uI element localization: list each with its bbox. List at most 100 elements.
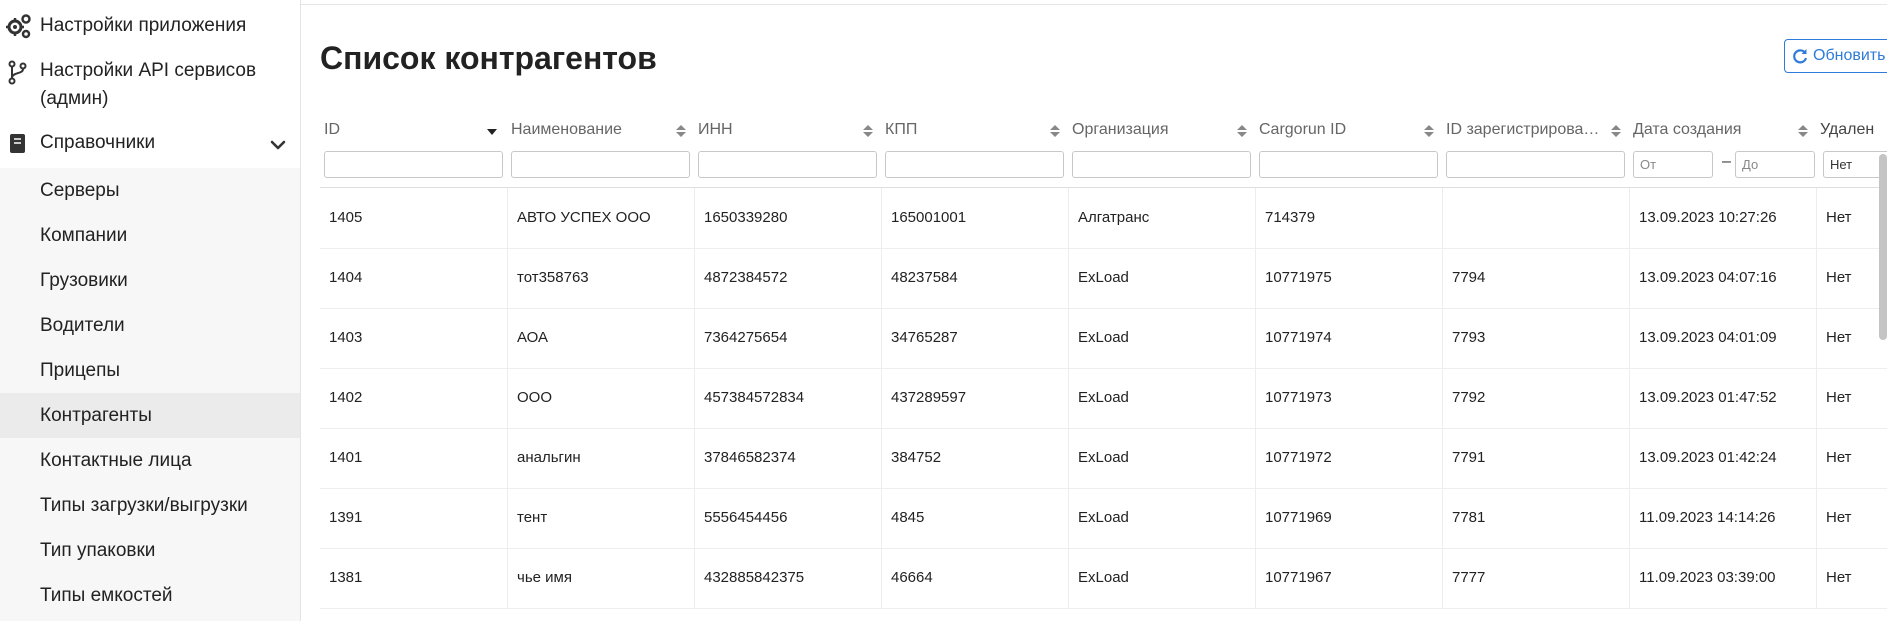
sort-icon[interactable]: [675, 123, 687, 139]
cell-registered-id: 7794: [1442, 248, 1629, 308]
cell-inn: 1650339280: [694, 188, 881, 248]
references-submenu: Серверы Компании Грузовики Водители Приц…: [0, 168, 300, 621]
top-divider: [301, 0, 1887, 5]
table-row[interactable]: 1402 ООО 457384572834 437289597 ExLoad 107719…: [320, 368, 1887, 429]
sort-icon[interactable]: [862, 123, 874, 139]
cell-id: 1381: [329, 569, 363, 586]
filter-deleted-select[interactable]: [1823, 151, 1887, 178]
sidebar-item-container-types[interactable]: Типы емкостей: [0, 573, 300, 618]
sidebar-item-drivers[interactable]: Водители: [0, 303, 300, 348]
cell-name: АОА: [507, 308, 694, 368]
column-header-name[interactable]: Наименование: [507, 113, 663, 147]
table-row[interactable]: 1404 тот358763 4872384572 48237584 ExLoad 107…: [320, 248, 1887, 309]
column-header-id[interactable]: ID: [320, 113, 507, 147]
nav-references[interactable]: Справочники: [0, 129, 300, 159]
cell-cargorun-id: 10771973: [1255, 368, 1442, 428]
cell-name: АВТО УСПЕХ ООО: [507, 188, 694, 248]
refresh-icon: [1793, 49, 1808, 64]
sort-icon[interactable]: [1797, 123, 1809, 139]
sidebar-item-trucks[interactable]: Грузовики: [0, 258, 300, 303]
sidebar-item-contacts[interactable]: Контактные лица: [0, 438, 300, 483]
filter-name-input[interactable]: [511, 151, 690, 178]
sidebar-item-loading-types[interactable]: Типы загрузки/выгрузки: [0, 483, 300, 528]
sort-desc-icon[interactable]: [486, 123, 498, 139]
sidebar-item-trailers[interactable]: Прицепы: [0, 348, 300, 393]
cell-organization: Алгатранс: [1068, 188, 1255, 248]
cell-deleted: Нет: [1816, 188, 1887, 248]
sidebar-item-counterparties[interactable]: Контрагенты: [0, 393, 300, 438]
column-header-cargorun-id[interactable]: Cargorun ID: [1255, 113, 1411, 147]
sort-icon[interactable]: [1049, 123, 1061, 139]
cell-organization: ExLoad: [1068, 428, 1255, 488]
cell-kpp: 4845: [881, 488, 1068, 548]
table-row[interactable]: 1401 анальгин 37846582374 384752 ExLoad 10771…: [320, 428, 1887, 489]
book-icon: [6, 131, 32, 157]
cell-id: 1403: [329, 329, 363, 346]
cell-cargorun-id: 10771974: [1255, 308, 1442, 368]
cell-organization: ExLoad: [1068, 248, 1255, 308]
cell-cargorun-id: 10771967: [1255, 548, 1442, 608]
branch-icon: [6, 60, 32, 86]
filter-inn-input[interactable]: [698, 151, 877, 178]
chevron-down-icon[interactable]: [268, 135, 288, 155]
cell-organization: ExLoad: [1068, 368, 1255, 428]
cell-inn: 5556454456: [694, 488, 881, 548]
vertical-scrollbar[interactable]: [1879, 154, 1887, 340]
column-header-label: ID: [324, 121, 340, 138]
sort-icon[interactable]: [1236, 123, 1248, 139]
nav-api-settings[interactable]: Настройки API сервисов (админ): [0, 57, 300, 113]
cell-id: 1402: [329, 389, 363, 406]
filter-registered-id-input[interactable]: [1446, 151, 1625, 178]
column-header-inn[interactable]: ИНН: [694, 113, 850, 147]
refresh-button[interactable]: Обновить: [1784, 39, 1887, 73]
cell-organization: ExLoad: [1068, 308, 1255, 368]
cell-name: ООО: [507, 368, 694, 428]
column-header-kpp[interactable]: КПП: [881, 113, 1037, 147]
table-row[interactable]: 1381 чье имя 432885842375 46664 ExLoad 107719…: [320, 548, 1887, 609]
filter-organization-input[interactable]: [1072, 151, 1251, 178]
sort-icon[interactable]: [1423, 123, 1435, 139]
table-row[interactable]: 1405 АВТО УСПЕХ ООО 1650339280 165001001 Алг…: [320, 188, 1887, 249]
nav-app-settings-label: Настройки приложения: [40, 15, 247, 36]
cell-kpp: 46664: [881, 548, 1068, 608]
cell-created-date: 11.09.2023 03:39:00: [1629, 548, 1816, 608]
filter-date-from-input[interactable]: [1633, 151, 1713, 178]
cell-deleted: Нет: [1816, 548, 1887, 608]
table-row[interactable]: 1403 АОА 7364275654 34765287 ExLoad 10771974 7…: [320, 308, 1887, 369]
cell-created-date: 13.09.2023 04:07:16: [1629, 248, 1816, 308]
table-row[interactable]: 1391 тент 5556454456 4845 ExLoad 10771969 7781…: [320, 488, 1887, 549]
sidebar-item-servers[interactable]: Серверы: [0, 168, 300, 213]
sort-icon[interactable]: [1610, 123, 1622, 139]
sidebar: Настройки приложения Настройки API серви…: [0, 0, 301, 621]
column-header-organization[interactable]: Организация: [1068, 113, 1224, 147]
cell-id: 1405: [329, 209, 363, 226]
filter-cargorun-id-input[interactable]: [1259, 151, 1438, 178]
cell-id: 1401: [329, 449, 363, 466]
column-header-created-date[interactable]: Дата создания: [1629, 113, 1785, 147]
column-header-deleted[interactable]: Удален: [1816, 113, 1887, 147]
cell-created-date: 13.09.2023 01:47:52: [1629, 368, 1816, 428]
date-range-separator: –: [1722, 153, 1731, 170]
sidebar-item-packaging-type[interactable]: Тип упаковки: [0, 528, 300, 573]
cell-deleted: Нет: [1816, 428, 1887, 488]
nav-app-settings[interactable]: Настройки приложения: [0, 12, 300, 42]
cell-created-date: 13.09.2023 04:01:09: [1629, 308, 1816, 368]
cell-created-date: 11.09.2023 14:14:26: [1629, 488, 1816, 548]
cell-inn: 4872384572: [694, 248, 881, 308]
column-header-label: КПП: [885, 121, 918, 138]
nav-references-label: Справочники: [40, 132, 156, 153]
column-header-label: Cargorun ID: [1259, 121, 1347, 138]
cell-id: 1404: [329, 269, 363, 286]
filter-kpp-input[interactable]: [885, 151, 1064, 178]
cell-created-date: 13.09.2023 01:42:24: [1629, 428, 1816, 488]
refresh-label: Обновить: [1813, 47, 1886, 64]
nav-api-settings-label: Настройки API сервисов (админ): [40, 60, 257, 109]
column-header-label: ИНН: [698, 121, 733, 138]
sidebar-item-companies[interactable]: Компании: [0, 213, 300, 258]
cell-deleted: Нет: [1816, 248, 1887, 308]
column-header-registered-id[interactable]: ID зарегистрирова…: [1442, 113, 1602, 147]
cell-organization: ExLoad: [1068, 548, 1255, 608]
filter-date-to-input[interactable]: [1735, 151, 1815, 178]
filter-id-input[interactable]: [324, 151, 503, 178]
cell-registered-id: 7781: [1442, 488, 1629, 548]
